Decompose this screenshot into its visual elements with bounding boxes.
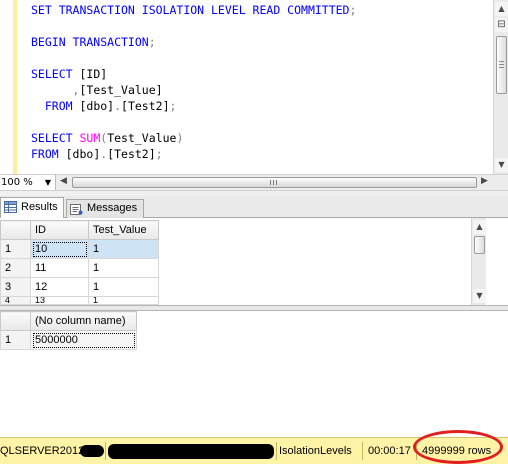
highlight-ring — [413, 430, 503, 464]
code-token: [Test2] — [121, 99, 170, 113]
table-row[interactable]: 1 5000000 — [0, 330, 137, 350]
table-cell[interactable]: 1 — [88, 296, 159, 305]
row-number[interactable]: 1 — [0, 239, 31, 259]
code-token: ; — [349, 3, 357, 17]
code-line[interactable]: SET TRANSACTION ISOLATION LEVEL READ COM… — [31, 2, 356, 18]
redacted-block — [80, 445, 104, 457]
table-row[interactable]: 1 10 1 — [0, 239, 159, 259]
code-line[interactable]: SELECT SUM(Test_Value) — [31, 130, 356, 146]
tab-results-label: Results — [21, 201, 58, 213]
editor-horizontal-scroll-thumb[interactable] — [72, 177, 477, 188]
results-tabstrip: Results Messages — [0, 196, 508, 219]
scroll-up-icon[interactable]: ▲ — [495, 2, 508, 16]
results-pane: ID Test_Value 1 10 1 2 11 1 3 12 1 4 13 … — [0, 218, 508, 436]
code-line[interactable] — [31, 18, 356, 34]
code-token: Test_Value — [107, 131, 177, 145]
code-token: [Test2] — [107, 147, 156, 161]
redacted-block — [108, 444, 274, 459]
row-header-corner[interactable] — [0, 220, 31, 240]
row-number[interactable]: 4 — [0, 296, 31, 305]
code-line[interactable] — [31, 114, 356, 130]
editor-bottom-bar: 100 % ▼ ◀ ▶ — [0, 174, 508, 191]
table-cell[interactable]: 10 — [30, 239, 89, 259]
code-line[interactable] — [31, 50, 356, 66]
code-token: [dbo] — [79, 99, 115, 113]
column-header[interactable]: (No column name) — [30, 311, 137, 331]
grid1-scroll-thumb[interactable] — [474, 236, 485, 254]
results-grid-1[interactable]: ID Test_Value 1 10 1 2 11 1 3 12 1 4 13 … — [0, 220, 159, 305]
code-token: . — [114, 99, 122, 113]
grid-header-row: ID Test_Value — [0, 220, 159, 240]
grid-icon — [4, 201, 17, 213]
code-token: ; — [169, 99, 177, 113]
scroll-down-icon[interactable]: ▼ — [495, 158, 508, 172]
code-token: [dbo] — [65, 147, 101, 161]
table-cell[interactable]: 13 — [30, 296, 89, 305]
table-row[interactable]: 4 13 1 — [0, 296, 159, 305]
messages-icon — [70, 204, 83, 215]
table-cell[interactable]: 5000000 — [30, 330, 137, 350]
code-line[interactable]: SELECT [ID] — [31, 66, 356, 82]
code-line[interactable]: FROM [dbo].[Test2]; — [31, 146, 356, 162]
grid-header-row: (No column name) — [0, 311, 137, 331]
zoom-dropdown[interactable]: 100 % ▼ — [0, 175, 56, 190]
status-server: QLSERVER2012 — [0, 445, 85, 457]
tab-messages[interactable]: Messages — [66, 199, 144, 218]
column-header[interactable]: Test_Value — [88, 220, 159, 240]
code-token: FROM — [31, 147, 66, 161]
code-token: [Test_Value] — [79, 83, 163, 97]
scroll-down-icon[interactable]: ▼ — [473, 289, 486, 303]
table-cell[interactable]: 1 — [88, 239, 159, 259]
editor-vertical-scrollbar[interactable]: ▲ ⊟ ▼ — [493, 0, 508, 174]
table-cell[interactable]: 11 — [30, 258, 89, 278]
scroll-left-icon[interactable]: ◀ — [60, 176, 67, 186]
table-cell[interactable]: 12 — [30, 277, 89, 297]
table-cell[interactable]: 1 — [88, 258, 159, 278]
editor-scroll-thumb[interactable] — [496, 36, 507, 94]
code-token: ; — [155, 147, 163, 161]
table-row[interactable]: 3 12 1 — [0, 277, 159, 297]
grid1-vertical-scrollbar[interactable]: ▲ ▼ — [471, 218, 486, 305]
status-database: IsolationLevels — [279, 445, 352, 457]
results-grid-2[interactable]: (No column name) 1 5000000 — [0, 311, 137, 350]
row-number[interactable]: 2 — [0, 258, 31, 278]
status-elapsed: 00:00:17 — [368, 445, 411, 457]
query-editor[interactable]: SET TRANSACTION ISOLATION LEVEL READ COM… — [0, 0, 508, 174]
table-cell[interactable]: 1 — [88, 277, 159, 297]
row-header-corner[interactable] — [0, 311, 31, 331]
split-icon[interactable]: ⊟ — [495, 18, 508, 32]
tab-messages-label: Messages — [87, 202, 138, 214]
code-token: SELECT — [31, 67, 80, 81]
code-token: FROM — [31, 99, 80, 113]
code-line[interactable]: FROM [dbo].[Test2]; — [31, 98, 356, 114]
code-token: ) — [176, 131, 184, 145]
column-header[interactable]: ID — [30, 220, 89, 240]
change-tracking-margin — [13, 0, 17, 174]
code-line[interactable]: BEGIN TRANSACTION; — [31, 34, 356, 50]
row-number[interactable]: 3 — [0, 277, 31, 297]
code-line[interactable]: ,[Test_Value] — [31, 82, 356, 98]
code-token: BEGIN TRANSACTION — [31, 35, 149, 49]
code-token: [ID] — [79, 67, 108, 81]
table-row[interactable]: 2 11 1 — [0, 258, 159, 278]
scroll-up-icon[interactable]: ▲ — [473, 220, 486, 234]
zoom-value: 100 % — [1, 177, 33, 188]
scroll-right-icon[interactable]: ▶ — [481, 176, 488, 186]
code-token: SET TRANSACTION ISOLATION LEVEL READ COM… — [31, 3, 350, 17]
sql-code[interactable]: SET TRANSACTION ISOLATION LEVEL READ COM… — [31, 2, 356, 162]
chevron-down-icon[interactable]: ▼ — [45, 175, 51, 190]
code-token: SUM — [79, 131, 101, 145]
row-number[interactable]: 1 — [0, 330, 31, 350]
tab-results[interactable]: Results — [0, 197, 64, 219]
code-token: ; — [148, 35, 156, 49]
code-token: SELECT — [31, 131, 80, 145]
